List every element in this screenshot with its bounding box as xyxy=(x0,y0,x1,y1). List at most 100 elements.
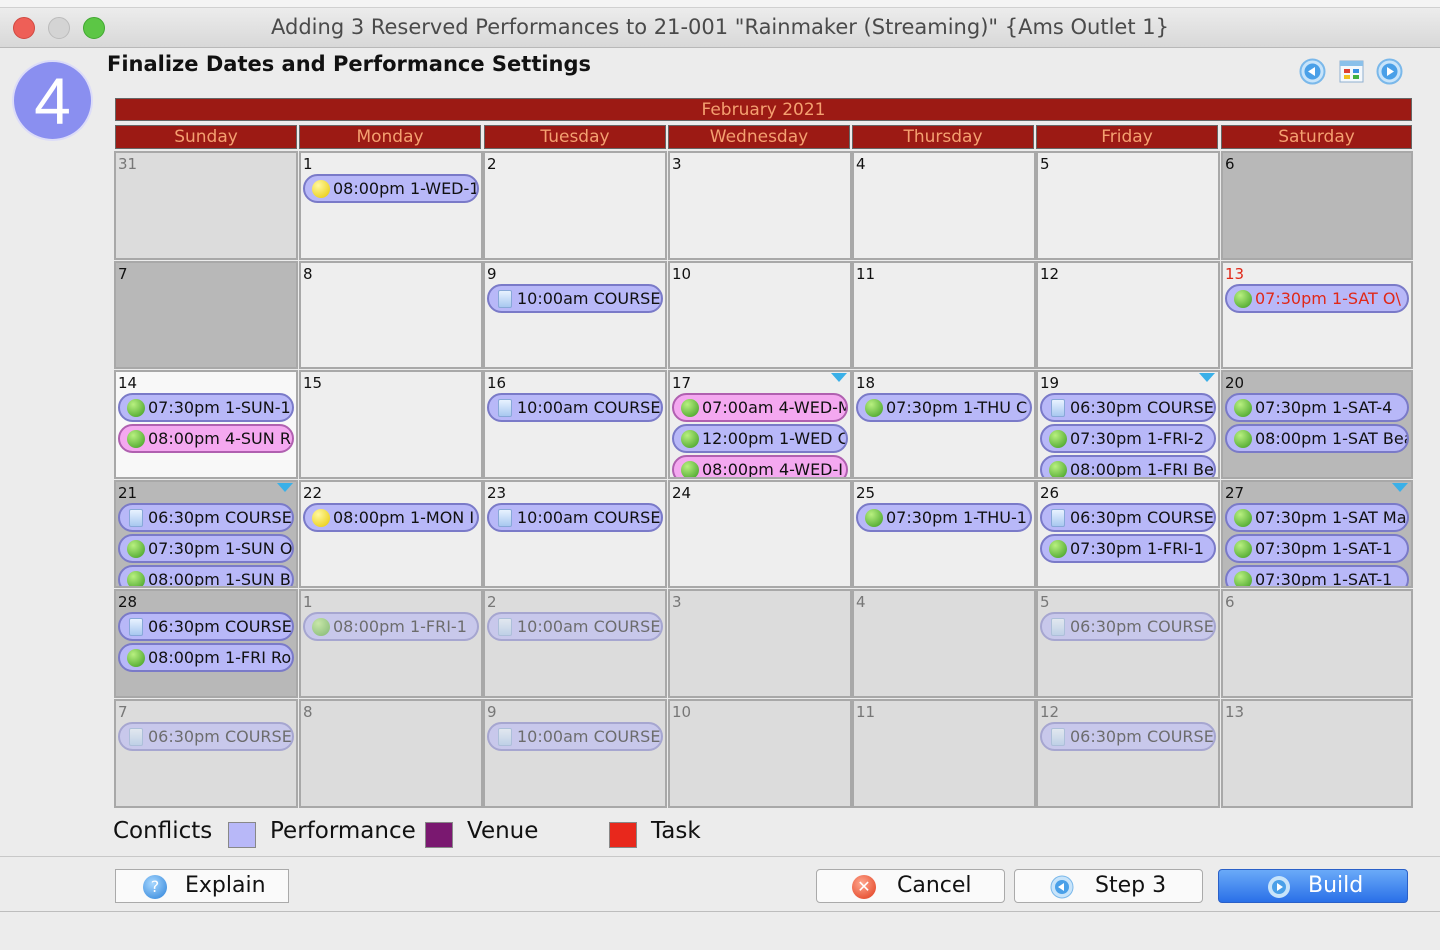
calendar-day-cell[interactable]: 23 10:00am COURSE . xyxy=(483,479,667,589)
calendar-day-cell[interactable]: 21 06:30pm COURSE 07:30pm 1-SUN O 08:00pm 1… xyxy=(114,479,298,589)
event-pill[interactable]: 07:00am 4-WED-M xyxy=(672,393,848,423)
calendar-day-cell[interactable]: 7 xyxy=(114,260,298,370)
event-pill[interactable]: 06:30pm COURSE xyxy=(118,612,294,642)
calendar-day-cell[interactable]: 2 10:00am COURSE . xyxy=(483,589,667,698)
course-document-icon xyxy=(1051,399,1065,418)
calendar-day-cell[interactable]: 5 xyxy=(1036,151,1220,260)
left-arrow-circle-icon[interactable] xyxy=(1299,58,1326,85)
event-pill[interactable]: 07:30pm 1-THU-1 xyxy=(856,502,1032,532)
event-pill[interactable]: 07:30pm 1-FRI-2 xyxy=(1040,424,1216,454)
calendar-grid-icon[interactable] xyxy=(1338,58,1365,85)
event-pill[interactable]: 08:00pm 1-SUN B xyxy=(118,564,294,587)
green-status-icon xyxy=(127,430,145,449)
calendar-day-cell[interactable]: 11 xyxy=(852,260,1036,370)
day-of-week-saturday: Saturday xyxy=(1221,125,1412,149)
day-number: 5 xyxy=(1040,155,1050,173)
calendar-day-cell[interactable]: 5 06:30pm COURSE xyxy=(1036,589,1220,698)
calendar-day-cell[interactable]: 6 xyxy=(1221,589,1413,698)
calendar-day-cell[interactable]: 18 07:30pm 1-THU C xyxy=(852,370,1036,479)
event-pill[interactable]: 06:30pm COURSE xyxy=(118,502,294,532)
event-pill[interactable]: 08:00pm 1-FRI Be xyxy=(1040,455,1216,477)
calendar-day-cell[interactable]: 8 xyxy=(299,699,483,808)
event-pill[interactable]: 06:30pm COURSE xyxy=(1040,722,1216,751)
more-events-dropdown-icon[interactable] xyxy=(1199,373,1215,383)
event-pill[interactable]: 10:00am COURSE . xyxy=(487,283,663,313)
event-pill[interactable]: 06:30pm COURSE xyxy=(118,722,294,751)
calendar-day-cell[interactable]: 7 06:30pm COURSE xyxy=(114,699,298,808)
build-label: Build xyxy=(1308,873,1364,898)
event-pill[interactable]: 08:00pm 1-FRI Ro xyxy=(118,643,294,673)
event-pill[interactable]: 07:30pm 1-SAT O\ xyxy=(1225,283,1409,313)
build-button[interactable]: Build xyxy=(1218,869,1408,903)
day-of-week-sunday: Sunday xyxy=(115,125,297,149)
calendar-day-cell[interactable]: 24 xyxy=(668,479,852,589)
event-pill[interactable]: 10:00am COURSE . xyxy=(487,722,663,751)
event-pill[interactable]: 06:30pm COURSE xyxy=(1040,612,1216,642)
calendar-day-cell[interactable]: 14 07:30pm 1-SUN-1 08:00pm 4-SUN R xyxy=(114,370,298,479)
calendar-day-cell[interactable]: 3 xyxy=(668,589,852,698)
calendar-day-cell[interactable]: 31 xyxy=(114,151,298,260)
more-events-dropdown-icon[interactable] xyxy=(1392,482,1408,492)
event-pill[interactable]: 07:30pm 1-SUN-1 xyxy=(118,393,294,423)
event-pill[interactable]: 12:00pm 1-WED C xyxy=(672,424,848,454)
event-pill[interactable]: 07:30pm 1-THU C xyxy=(856,393,1032,423)
calendar-day-cell[interactable]: 13 07:30pm 1-SAT O\ xyxy=(1221,260,1413,370)
more-events-dropdown-icon[interactable] xyxy=(277,482,293,492)
calendar-day-cell[interactable]: 13 xyxy=(1221,699,1413,808)
calendar-day-cell[interactable]: 9 10:00am COURSE . xyxy=(483,260,667,370)
calendar-day-cell[interactable]: 17 07:00am 4-WED-M 12:00pm 1-WED C 08:00pm … xyxy=(668,370,852,479)
event-pill[interactable]: 08:00pm 4-SUN R xyxy=(118,424,294,454)
calendar-day-cell[interactable]: 12 06:30pm COURSE xyxy=(1036,699,1220,808)
event-pill[interactable]: 07:30pm 1-FRI-1 xyxy=(1040,533,1216,563)
calendar-day-cell[interactable]: 27 07:30pm 1-SAT Ma 07:30pm 1-SAT-1 07:30pm… xyxy=(1221,479,1413,589)
cancel-button[interactable]: ✕ Cancel xyxy=(816,869,1005,903)
explain-button[interactable]: ? Explain xyxy=(115,869,289,903)
event-pill[interactable]: 08:00pm 1-MON I xyxy=(303,502,479,532)
green-status-icon xyxy=(681,430,699,449)
event-pill[interactable]: 07:30pm 1-SAT-4 xyxy=(1225,393,1409,423)
event-pill[interactable]: 07:30pm 1-SAT-1 xyxy=(1225,564,1409,587)
step3-back-button[interactable]: Step 3 xyxy=(1014,869,1203,903)
event-pill[interactable]: 06:30pm COURSE xyxy=(1040,393,1216,423)
calendar-day-cell[interactable]: 2 xyxy=(483,151,667,260)
event-label: 12:00pm 1-WED C xyxy=(702,429,848,449)
event-pill[interactable]: 08:00pm 1-SAT Bea xyxy=(1225,424,1409,454)
calendar-day-cell[interactable]: 22 08:00pm 1-MON I xyxy=(299,479,483,589)
yellow-status-icon xyxy=(312,508,330,527)
day-of-week-thursday: Thursday xyxy=(852,125,1034,149)
event-pill[interactable]: 08:00pm 4-WED-I xyxy=(672,455,848,477)
calendar-day-cell[interactable]: 19 06:30pm COURSE 07:30pm 1-FRI-2 08:00pm 1… xyxy=(1036,370,1220,479)
calendar-day-cell[interactable]: 9 10:00am COURSE . xyxy=(483,699,667,808)
calendar-day-cell[interactable]: 4 xyxy=(852,151,1036,260)
calendar-day-cell[interactable]: 12 xyxy=(1036,260,1220,370)
event-pill[interactable]: 08:00pm 1-FRI-1 xyxy=(303,612,479,642)
calendar-day-cell[interactable]: 10 xyxy=(668,260,852,370)
right-arrow-circle-icon[interactable] xyxy=(1376,58,1403,85)
calendar-day-cell[interactable]: 3 xyxy=(668,151,852,260)
calendar-day-cell[interactable]: 28 06:30pm COURSE 08:00pm 1-FRI Ro xyxy=(114,589,298,698)
event-pill[interactable]: 10:00am COURSE . xyxy=(487,612,663,642)
more-events-dropdown-icon[interactable] xyxy=(831,373,847,383)
calendar-day-cell[interactable]: 4 xyxy=(852,589,1036,698)
calendar-day-cell[interactable]: 1 08:00pm 1-FRI-1 xyxy=(299,589,483,698)
calendar-day-cell[interactable]: 26 06:30pm COURSE 07:30pm 1-FRI-1 xyxy=(1036,479,1220,589)
event-pill[interactable]: 07:30pm 1-SAT-1 xyxy=(1225,533,1409,563)
calendar-day-cell[interactable]: 11 xyxy=(852,699,1036,808)
day-number: 5 xyxy=(1040,593,1050,612)
event-pill[interactable]: 08:00pm 1-WED-1 xyxy=(303,174,479,203)
event-pill[interactable]: 10:00am COURSE . xyxy=(487,393,663,423)
event-pill[interactable]: 07:30pm 1-SAT Ma xyxy=(1225,502,1409,532)
event-pill[interactable]: 06:30pm COURSE xyxy=(1040,502,1216,532)
calendar-day-cell[interactable]: 8 xyxy=(299,260,483,370)
calendar-day-cell[interactable]: 10 xyxy=(668,699,852,808)
calendar-day-cell[interactable]: 20 07:30pm 1-SAT-4 08:00pm 1-SAT Bea xyxy=(1221,370,1413,479)
event-label: 06:30pm COURSE xyxy=(1070,398,1214,418)
calendar-day-cell[interactable]: 1 08:00pm 1-WED-1 xyxy=(299,151,483,260)
calendar-day-cell[interactable]: 15 xyxy=(299,370,483,479)
calendar-day-cell[interactable]: 25 07:30pm 1-THU-1 xyxy=(852,479,1036,589)
event-pill[interactable]: 07:30pm 1-SUN O xyxy=(118,533,294,563)
calendar-day-cell[interactable]: 16 10:00am COURSE . xyxy=(483,370,667,479)
event-pill[interactable]: 10:00am COURSE . xyxy=(487,502,663,532)
calendar-day-cell[interactable]: 6 xyxy=(1221,151,1413,260)
day-of-week-wednesday: Wednesday xyxy=(668,125,850,149)
